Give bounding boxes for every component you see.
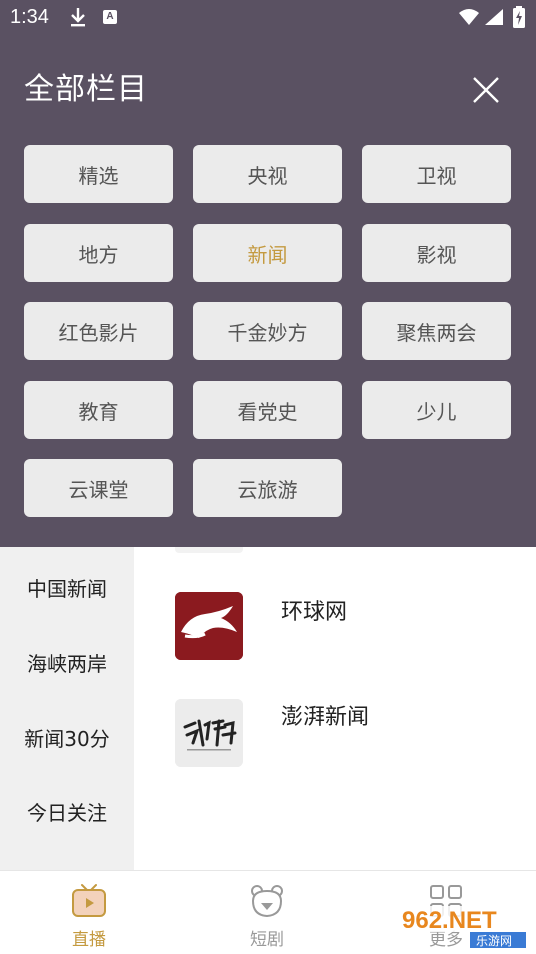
watermark-sub-text: 乐游网 — [476, 934, 512, 948]
bear-icon — [251, 885, 283, 918]
category-chip-prescriptions[interactable]: 千金妙方 — [193, 302, 342, 360]
category-chip-two-sessions[interactable]: 聚焦两会 — [362, 302, 511, 360]
watermark-main-text: 962.NET — [402, 907, 497, 934]
pengpai-logo — [175, 699, 243, 767]
sub-category-sidebar: 中国新闻 海峡两岸 新闻30分 今日关注 — [0, 547, 134, 870]
panel-title: 全部栏目 — [24, 72, 148, 107]
huanqiu-logo — [175, 592, 243, 660]
category-chip-education[interactable]: 教育 — [24, 381, 173, 439]
download-icon — [71, 8, 85, 27]
channel-list: 环球网 澎湃新闻 — [134, 547, 536, 870]
sidebar-item-china-news[interactable]: 中国新闻 — [0, 573, 134, 602]
category-chip-news[interactable]: 新闻 — [193, 224, 342, 282]
category-chip-cctv[interactable]: 央视 — [193, 145, 342, 203]
sidebar-item-cross-strait[interactable]: 海峡两岸 — [0, 648, 134, 677]
close-icon[interactable] — [466, 70, 506, 110]
category-chip-party-history[interactable]: 看党史 — [193, 381, 342, 439]
tab-label: 短剧 — [250, 930, 284, 950]
channel-item-pengpai[interactable]: 澎湃新闻 — [175, 699, 515, 767]
category-panel: 1:34 A 全部栏目 精选 央视 卫视地方 新闻 影视红色影片 千金妙方 聚焦两会教育 看党… — [0, 0, 536, 547]
sidebar-item-today-focus[interactable]: 今日关注 — [0, 797, 134, 826]
category-chip-satellite[interactable]: 卫视 — [362, 145, 511, 203]
category-chip-local[interactable]: 地方 — [24, 224, 173, 282]
channel-name: 环球网 — [281, 600, 348, 625]
category-chip-cloud-travel[interactable]: 云旅游 — [193, 459, 342, 517]
a-badge-icon: A — [103, 10, 117, 24]
tab-short-drama[interactable]: 短剧 — [207, 871, 327, 954]
status-time: 1:34 — [10, 6, 49, 28]
category-chip-film-tv[interactable]: 影视 — [362, 224, 511, 282]
tab-live[interactable]: 直播 — [29, 871, 149, 954]
battery-charging-icon — [513, 6, 525, 28]
wifi-icon — [459, 9, 479, 25]
category-chip-kids[interactable]: 少儿 — [362, 381, 511, 439]
tab-label: 直播 — [72, 930, 106, 950]
status-bar: 1:34 A — [0, 0, 536, 36]
sidebar-item-news-30min[interactable]: 新闻30分 — [0, 723, 134, 752]
category-chip-selected[interactable]: 精选 — [24, 145, 173, 203]
category-chip-red-films[interactable]: 红色影片 — [24, 302, 173, 360]
signal-icon — [485, 9, 503, 25]
tv-icon — [72, 884, 106, 917]
previous-channel-logo — [175, 547, 243, 553]
category-chip-cloud-class[interactable]: 云课堂 — [24, 459, 173, 517]
channel-item-huanqiu[interactable]: 环球网 — [175, 592, 515, 660]
watermark-logo: 962.NET 乐游网 — [396, 906, 530, 948]
channel-name: 澎湃新闻 — [281, 705, 370, 730]
